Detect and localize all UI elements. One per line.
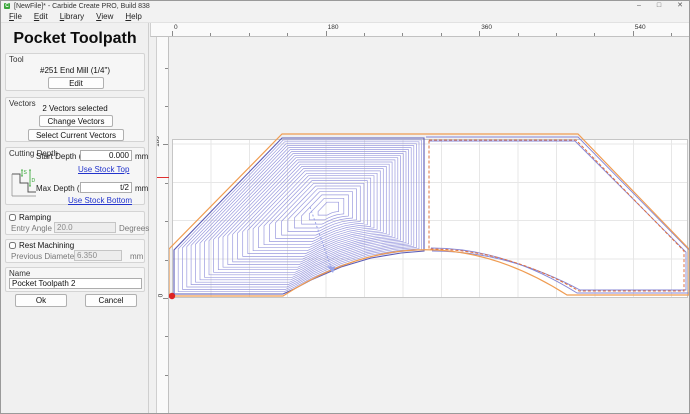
edit-tool-button[interactable]: Edit xyxy=(48,77,104,89)
ruler-y-label: 180 xyxy=(156,136,162,148)
rest-machining-checkbox[interactable] xyxy=(9,242,16,249)
tool-name: #251 End Mill (1/4") xyxy=(40,66,110,75)
select-current-vectors-button[interactable]: Select Current Vectors xyxy=(28,129,124,141)
menu-bar: File Edit Library View Help xyxy=(1,11,689,23)
ramping-group: Ramping Entry Angle Degrees xyxy=(5,211,149,235)
ruler-y: 0 180 xyxy=(156,37,169,413)
window-title: [NewFile]* - Carbide Create PRO, Build 8… xyxy=(14,2,150,10)
icon-max-depth-label: D xyxy=(32,178,36,184)
title-bar: C [NewFile]* - Carbide Create PRO, Build… xyxy=(1,1,689,11)
max-depth-unit: mm xyxy=(135,184,149,193)
cutting-depth-group: Cutting Depth S D Start Depth (S) mm Use… xyxy=(5,147,149,205)
icon-start-depth-label: S xyxy=(24,170,28,176)
use-stock-bottom-link[interactable]: Use Stock Bottom xyxy=(68,196,132,205)
start-depth-unit: mm xyxy=(135,152,149,161)
minimize-button[interactable]: – xyxy=(637,1,641,11)
previous-diameter-unit: mm xyxy=(130,252,144,261)
entry-angle-unit: Degrees xyxy=(119,224,150,233)
tool-group: Tool #251 End Mill (1/4") Edit xyxy=(5,53,145,91)
max-depth-input[interactable] xyxy=(80,182,132,193)
page-title: Pocket Toolpath xyxy=(13,30,137,47)
ruler-x-label: 180 xyxy=(327,24,339,31)
change-vectors-button[interactable]: Change Vectors xyxy=(39,115,113,127)
band-toolpath-inner xyxy=(429,140,687,291)
menu-view[interactable]: View xyxy=(90,11,119,23)
toolpath-name-input[interactable] xyxy=(9,278,142,289)
maximize-button[interactable]: □ xyxy=(657,1,661,11)
previous-diameter-input xyxy=(74,250,122,261)
ruler-x-label: 540 xyxy=(634,24,646,31)
application-window: C [NewFile]* - Carbide Create PRO, Build… xyxy=(0,0,690,414)
origin-marker xyxy=(169,292,176,300)
rest-machining-group: Rest Machining Previous Diameter mm xyxy=(5,239,145,263)
menu-file[interactable]: File xyxy=(3,11,28,23)
toolpath-panel: Pocket Toolpath Tool #251 End Mill (1/4"… xyxy=(1,23,149,413)
entry-angle-input xyxy=(54,222,116,233)
ruler-y-label: 0 xyxy=(157,293,165,298)
vectors-group: Vectors 2 Vectors selected Change Vector… xyxy=(5,97,145,142)
use-stock-top-link[interactable]: Use Stock Top xyxy=(78,165,129,174)
ruler-x-label: 360 xyxy=(481,24,493,31)
rest-machining-label: Rest Machining xyxy=(19,241,75,250)
tool-group-label: Tool xyxy=(9,55,24,64)
pocket-spiral-toolpath xyxy=(173,137,425,295)
menu-help[interactable]: Help xyxy=(119,11,147,23)
ramping-checkbox-row: Ramping xyxy=(9,213,51,222)
name-group-label: Name xyxy=(9,269,31,278)
start-depth-input[interactable] xyxy=(80,150,132,161)
name-group: Name xyxy=(5,267,145,292)
ramping-label: Ramping xyxy=(19,213,52,222)
ramping-checkbox[interactable] xyxy=(9,214,16,221)
toolpath-drawing xyxy=(169,133,689,300)
previous-diameter-label: Previous Diameter xyxy=(11,252,77,261)
menu-edit[interactable]: Edit xyxy=(28,11,54,23)
band-toolpath-outer xyxy=(426,136,689,294)
depth-diagram-icon: S D xyxy=(11,169,36,197)
cancel-button[interactable]: Cancel xyxy=(85,294,137,307)
design-canvas[interactable] xyxy=(169,37,689,413)
ok-button[interactable]: Ok xyxy=(15,294,67,307)
ruler-x: 0 180 360 540 xyxy=(169,23,689,37)
ruler-corner xyxy=(150,23,169,37)
ruler-position-indicator xyxy=(157,177,169,178)
menu-library[interactable]: Library xyxy=(54,11,90,23)
app-icon: C xyxy=(4,3,10,9)
island-vector[interactable] xyxy=(428,139,685,292)
entry-angle-label: Entry Angle xyxy=(11,224,52,233)
close-button[interactable]: ✕ xyxy=(677,1,683,11)
rest-machining-checkbox-row: Rest Machining xyxy=(9,241,74,250)
ruler-x-label: 0 xyxy=(174,24,178,31)
vectors-selected-status: 2 Vectors selected xyxy=(42,104,108,113)
